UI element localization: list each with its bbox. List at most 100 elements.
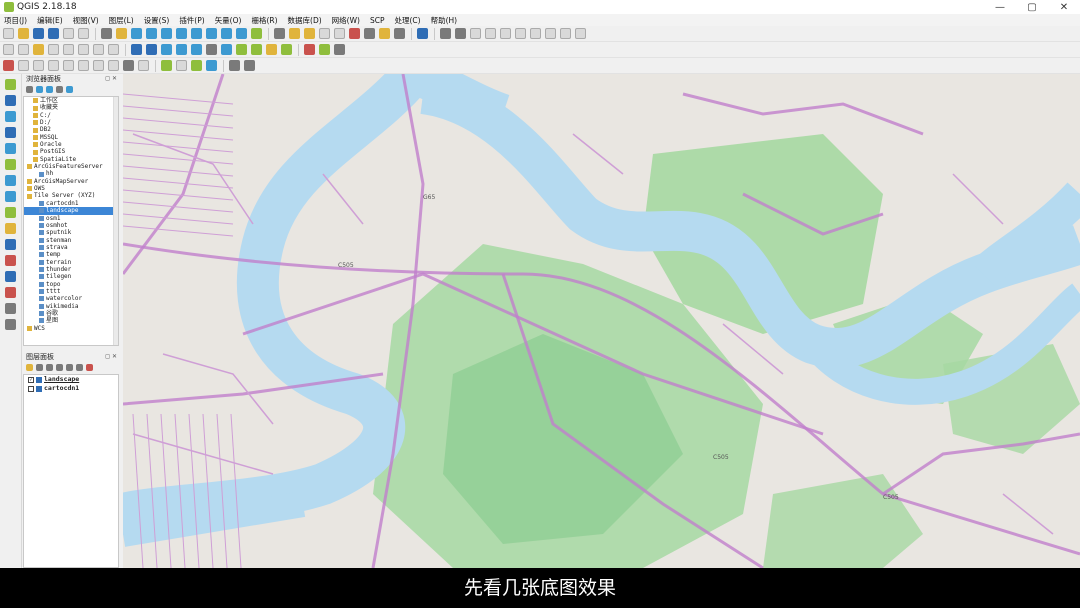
visibility-icon[interactable] (46, 364, 53, 371)
menu-vector[interactable]: 矢量(O) (215, 15, 242, 26)
browser-item[interactable]: landscape (24, 207, 118, 215)
text-color-icon[interactable] (138, 60, 149, 71)
pencil-icon[interactable] (455, 28, 466, 39)
tool-b-icon[interactable] (5, 319, 16, 330)
remove-layer-icon[interactable] (86, 364, 93, 371)
identify-icon[interactable] (274, 28, 285, 39)
browser-tree[interactable]: 工作区 收藏夹 C:/D:/DB2 MSSQL Oracle PostGIS SpatiaL… (23, 96, 119, 346)
add-wfs-layer-icon[interactable] (5, 143, 16, 154)
new-shapefile-icon[interactable] (236, 44, 247, 55)
browser-item[interactable]: ArcGisMapServer (24, 178, 118, 185)
zoom-out-icon[interactable] (146, 28, 157, 39)
browser-item[interactable]: wikimedia (24, 303, 118, 310)
wfs-icon[interactable] (161, 44, 172, 55)
map-tips-icon[interactable] (176, 60, 187, 71)
add-db-layer-icon[interactable] (5, 127, 16, 138)
browser-item[interactable]: 星图 (24, 317, 118, 324)
dropdown-arrow-icon[interactable] (334, 44, 345, 55)
browser-item[interactable]: stenman (24, 237, 118, 244)
statistics-icon[interactable] (349, 28, 360, 39)
label-pin-icon[interactable] (18, 60, 29, 71)
map-render[interactable]: G65 C505 C505 C505 (123, 74, 1080, 568)
menu-web[interactable]: 网络(W) (332, 15, 360, 26)
browser-item[interactable]: SpatiaLite (24, 156, 118, 163)
zoom-full-icon[interactable] (176, 28, 187, 39)
maximize-button[interactable]: ▢ (1016, 2, 1048, 13)
arcgis-icon[interactable] (191, 44, 202, 55)
node-tool-icon[interactable] (515, 28, 526, 39)
browser-item[interactable]: temp (24, 251, 118, 258)
browser-item[interactable]: strava (24, 244, 118, 251)
new-temp-layer-icon[interactable] (281, 44, 292, 55)
add-csv-layer-icon[interactable] (5, 207, 16, 218)
gps-icon[interactable] (206, 60, 217, 71)
pan-to-selection-icon[interactable] (116, 28, 127, 39)
add-spatialite-icon[interactable] (48, 44, 59, 55)
wcs-icon[interactable] (146, 44, 157, 55)
menu-edit[interactable]: 编辑(E) (37, 15, 63, 26)
menu-processing[interactable]: 处理(C) (394, 15, 420, 26)
collapse-all-layers-icon[interactable] (76, 364, 83, 371)
menu-raster[interactable]: 栅格(R) (251, 15, 277, 26)
attribute-table-icon[interactable] (319, 28, 330, 39)
label-move-icon[interactable] (48, 60, 59, 71)
add-oracle-icon[interactable] (93, 44, 104, 55)
browser-item[interactable]: 工作区 (24, 97, 118, 104)
zoom-native-icon[interactable] (161, 28, 172, 39)
menu-view[interactable]: 视图(V) (73, 15, 99, 26)
add-mssql-icon[interactable] (78, 44, 89, 55)
add-db2-icon[interactable] (108, 44, 119, 55)
new-gpx-icon[interactable] (266, 44, 277, 55)
browser-item[interactable]: osm1 (24, 215, 118, 222)
annotation-icon[interactable] (379, 28, 390, 39)
browser-item[interactable]: hh (24, 170, 118, 177)
zoom-last-icon[interactable] (221, 28, 232, 39)
browser-item[interactable]: terrain (24, 259, 118, 266)
browser-item[interactable]: topo (24, 281, 118, 288)
menu-project[interactable]: 项目(J) (4, 15, 27, 26)
browser-item[interactable]: PostGIS (24, 148, 118, 155)
add-feature-icon[interactable] (485, 28, 496, 39)
expand-all-icon[interactable] (66, 364, 73, 371)
browser-item[interactable]: Tile Server (XYZ) (24, 192, 118, 199)
python-console-icon[interactable] (417, 28, 428, 39)
browser-item[interactable]: DB2 (24, 126, 118, 133)
add-gpx-layer-icon[interactable] (5, 223, 16, 234)
layer-visibility-checkbox[interactable] (28, 385, 34, 392)
topology-icon[interactable] (191, 60, 202, 71)
add-virtual-layer-icon[interactable] (5, 175, 16, 186)
browser-item[interactable]: tilegen (24, 273, 118, 280)
font-size-icon[interactable] (108, 60, 119, 71)
refresh-icon[interactable] (251, 28, 262, 39)
add-wms-layer-icon[interactable] (5, 111, 16, 122)
select-icon[interactable] (289, 28, 300, 39)
browser-item[interactable]: C:/ (24, 112, 118, 119)
copy-features-icon[interactable] (560, 28, 571, 39)
text-style-icon[interactable] (123, 60, 134, 71)
browser-item[interactable]: thunder (24, 266, 118, 273)
layer-visibility-checkbox[interactable]: ✓ (28, 376, 34, 383)
menu-plugins[interactable]: 插件(P) (179, 15, 204, 26)
zoom-selection-icon[interactable] (191, 28, 202, 39)
browser-item[interactable]: osmhot (24, 222, 118, 229)
layer-item[interactable]: cartocdn1 (24, 384, 118, 393)
composer-manager-icon[interactable] (78, 28, 89, 39)
field-calculator-icon[interactable] (334, 28, 345, 39)
browser-item[interactable]: watercolor (24, 295, 118, 302)
layer-item[interactable]: ✓ landscape (24, 375, 118, 384)
globe-icon[interactable] (176, 44, 187, 55)
add-vector-icon[interactable] (3, 44, 14, 55)
menu-scp[interactable]: SCP (370, 16, 385, 25)
virtual-layer-icon[interactable] (206, 44, 217, 55)
browser-item[interactable]: 谷歌 (24, 310, 118, 317)
browser-item[interactable]: Oracle (24, 141, 118, 148)
add-mssql-layer-icon[interactable] (5, 239, 16, 250)
cut-features-icon[interactable] (545, 28, 556, 39)
plugin-icon[interactable] (5, 287, 16, 298)
capture-icon[interactable] (244, 60, 255, 71)
browser-scrollbar[interactable] (113, 97, 118, 345)
open-project-icon[interactable] (18, 28, 29, 39)
add-oracle-layer-icon[interactable] (5, 255, 16, 266)
move-feature-icon[interactable] (500, 28, 511, 39)
plugin-red-icon[interactable] (304, 44, 315, 55)
